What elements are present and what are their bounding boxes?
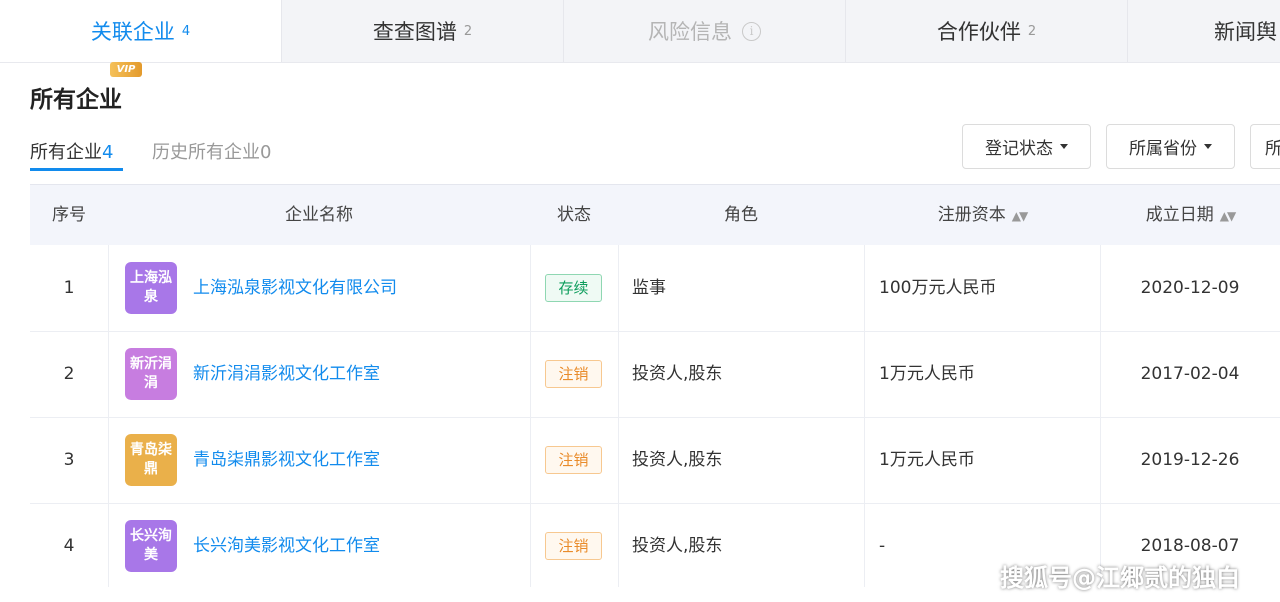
row-date: 2017-02-04 [1140, 364, 1240, 384]
filter-status-dropdown[interactable]: 登记状态 [962, 124, 1091, 169]
table-header: 序号 企业名称 状态 角色 注册资本 ▲▼ 成立日期 ▲▼ [30, 185, 1280, 245]
sort-icon[interactable]: ▲▼ [1012, 209, 1029, 223]
status-badge: 注销 [545, 532, 602, 560]
header-capital-cell[interactable]: 注册资本 ▲▼ [864, 185, 1100, 245]
section-title: 所有企业 [30, 87, 122, 113]
company-name-link[interactable]: 长兴洵美影视文化工作室 [193, 503, 380, 589]
tab-graph[interactable]: 查查图谱 2 [282, 0, 564, 62]
filter-province-dropdown[interactable]: 所属省份 [1106, 124, 1235, 169]
company-name-link[interactable]: 上海泓泉影视文化有限公司 [193, 245, 397, 331]
row-role: 投资人,股东 [632, 364, 723, 384]
tab-partners[interactable]: 合作伙伴 2 [846, 0, 1128, 62]
tab-count: 2 [1027, 23, 1037, 39]
sort-icon[interactable]: ▲▼ [1220, 209, 1237, 223]
row-capital: 1万元人民币 [879, 450, 975, 470]
tab-count: 2 [463, 23, 473, 39]
subtab-label: 所有企业 [30, 142, 102, 163]
header-date: 成立日期 [1145, 205, 1214, 225]
row-index: 3 [63, 450, 75, 470]
row-index: 2 [63, 364, 75, 384]
tab-label: 合作伙伴 [936, 20, 1021, 44]
tab-risk-info[interactable]: 风险信息 i [564, 0, 846, 62]
filter-label: 登记状态 [985, 139, 1053, 159]
tab-news[interactable]: 新闻舆 [1128, 0, 1280, 62]
row-date: 2019-12-26 [1140, 450, 1240, 470]
subtab-count: 0 [260, 142, 272, 163]
header-capital: 注册资本 [937, 205, 1006, 225]
tab-label: 查查图谱 [372, 20, 457, 44]
header-index: 序号 [52, 205, 86, 225]
tab-label: 新闻舆 [1214, 20, 1277, 44]
status-badge: 注销 [545, 446, 602, 474]
caret-down-icon [1060, 144, 1068, 149]
active-subtab-indicator [30, 168, 123, 171]
row-role: 投资人,股东 [632, 536, 723, 556]
subtab-count: 4 [102, 142, 114, 163]
row-capital: - [879, 536, 886, 556]
subtab-all-companies[interactable]: 所有企业4 [30, 138, 113, 164]
header-status: 状态 [557, 205, 591, 225]
filter-label: 所 [1265, 139, 1280, 159]
companies-table: 序号 企业名称 状态 角色 注册资本 ▲▼ 成立日期 ▲▼ 1 上海泓泉 上海泓泉影… [30, 184, 1280, 587]
tab-label: 风险信息 [648, 20, 732, 44]
row-index: 1 [63, 278, 75, 298]
header-role: 角色 [724, 205, 758, 225]
company-logo[interactable]: 上海泓泉 [125, 262, 177, 314]
row-date: 2020-12-09 [1140, 278, 1240, 298]
header-date-cell[interactable]: 成立日期 ▲▼ [1100, 185, 1280, 245]
company-logo[interactable]: 新沂涓涓 [125, 348, 177, 400]
caret-down-icon [1204, 144, 1212, 149]
row-index: 4 [63, 536, 75, 556]
tab-related-companies[interactable]: 关联企业 4 [0, 0, 282, 62]
tab-bar: 关联企业 4 查查图谱 2 风险信息 i 合作伙伴 2 新闻舆 [0, 0, 1280, 63]
tab-label: 关联企业 [90, 20, 175, 44]
company-logo[interactable]: 青岛柒鼎 [125, 434, 177, 486]
row-capital: 1万元人民币 [879, 364, 975, 384]
status-badge: 存续 [545, 274, 602, 302]
header-name: 企业名称 [285, 205, 353, 225]
row-role: 投资人,股东 [632, 450, 723, 470]
subtab-label: 历史所有企业 [152, 142, 260, 163]
watermark: 搜狐号@江郷贰的独白 [1000, 564, 1240, 592]
company-name-link[interactable]: 新沂涓涓影视文化工作室 [193, 331, 380, 417]
filter-more-dropdown[interactable]: 所 [1250, 124, 1280, 169]
filter-label: 所属省份 [1129, 139, 1197, 159]
row-capital: 100万元人民币 [879, 278, 997, 298]
company-logo[interactable]: 长兴洵美 [125, 520, 177, 572]
subtab-history-companies[interactable]: 历史所有企业0 [152, 138, 271, 164]
table-row: 1 上海泓泉 上海泓泉影视文化有限公司 存续 监事 100万元人民币 2020-… [30, 245, 1280, 332]
table-row: 2 新沂涓涓 新沂涓涓影视文化工作室 注销 投资人,股东 1万元人民币 2017… [30, 331, 1280, 418]
company-name-link[interactable]: 青岛柒鼎影视文化工作室 [193, 417, 380, 503]
tab-count: 4 [181, 23, 191, 39]
info-icon[interactable]: i [742, 21, 761, 41]
table-row: 3 青岛柒鼎 青岛柒鼎影视文化工作室 注销 投资人,股东 1万元人民币 2019… [30, 417, 1280, 504]
status-badge: 注销 [545, 360, 602, 388]
row-role: 监事 [632, 278, 666, 298]
vip-badge: VIP [110, 62, 142, 77]
